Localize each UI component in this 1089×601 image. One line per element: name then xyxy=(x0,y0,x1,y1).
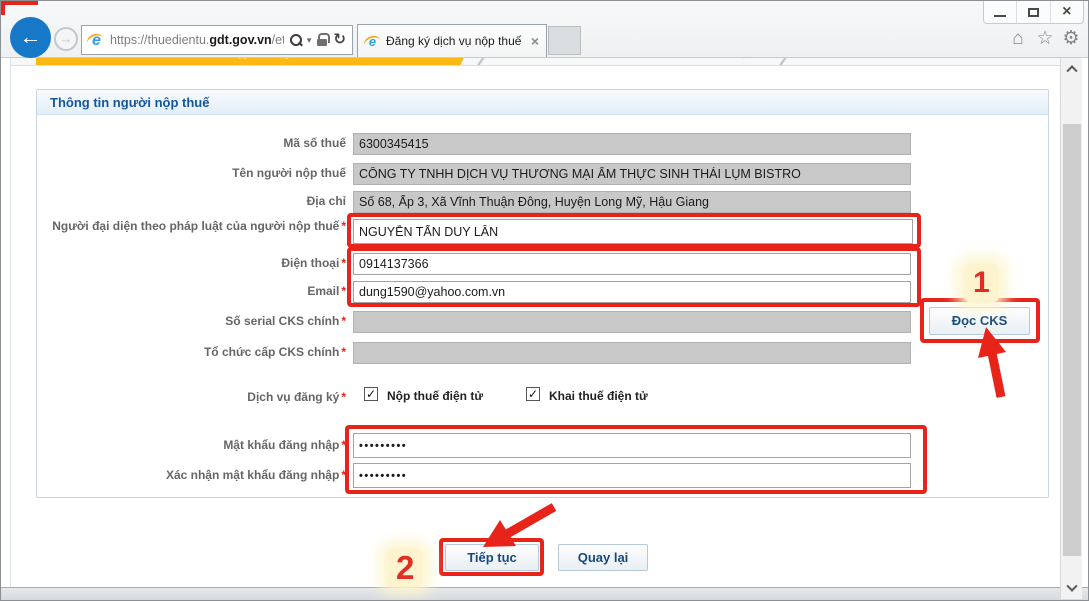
annotation-corner xyxy=(1,1,38,5)
cks-issuer-field xyxy=(353,342,911,364)
home-icon[interactable]: ⌂ xyxy=(1007,28,1029,50)
ie-icon: e xyxy=(88,32,105,49)
favorites-star-icon[interactable]: ☆ xyxy=(1034,28,1056,50)
read-cks-button[interactable]: Đọc CKS xyxy=(929,307,1030,335)
maximize-button[interactable] xyxy=(1016,1,1049,23)
confirm-password-label: Xác nhận mật khẩu đăng nhập* xyxy=(34,468,346,482)
back-button[interactable]: ← xyxy=(10,17,51,58)
address-label: Địa chỉ xyxy=(34,194,346,208)
maximize-icon xyxy=(1028,8,1039,17)
new-tab-stub[interactable] xyxy=(548,26,581,55)
annotation-number-1: 1 xyxy=(964,264,999,302)
continue-button[interactable]: Tiếp tục xyxy=(445,544,539,571)
chevron-down-icon[interactable]: ▾ xyxy=(307,35,312,46)
address-bar[interactable]: e https://thuedientu.gdt.gov.vn/et ▾ ↻ xyxy=(81,25,353,55)
taxpayer-name-field xyxy=(353,163,911,185)
password-label: Mật khẩu đăng nhập* xyxy=(34,438,346,452)
lock-icon xyxy=(316,33,328,47)
wizard-step-bar: Nhập thông tin Xác thực Kết thúc xyxy=(11,58,1060,66)
refresh-icon[interactable]: ↻ xyxy=(333,33,346,47)
check-icon: ✓ xyxy=(366,387,376,401)
wizard-step-2-label: Xác thực xyxy=(704,58,755,59)
minimize-icon xyxy=(994,15,1006,17)
scrollbar-thumb[interactable] xyxy=(1063,124,1081,556)
checkbox-khai-thue-label: Khai thuế điện tử xyxy=(549,389,648,403)
forward-icon: → xyxy=(60,31,73,46)
scroll-up-button[interactable] xyxy=(1061,58,1083,78)
chevron-up-icon xyxy=(1066,65,1077,76)
annotation-number-2: 2 xyxy=(387,549,423,587)
tab-close-icon[interactable]: × xyxy=(531,35,539,47)
confirm-password-field[interactable] xyxy=(353,463,911,488)
address-field xyxy=(353,191,911,213)
minimize-button[interactable] xyxy=(984,1,1016,23)
tab-favicon-icon: e xyxy=(365,34,380,49)
legal-representative-field[interactable] xyxy=(353,219,913,244)
phone-label: Điện thoại* xyxy=(34,256,346,270)
step-divider xyxy=(476,58,485,66)
settings-gear-icon[interactable]: ⚙ xyxy=(1060,28,1082,50)
cks-serial-label: Số serial CKS chính* xyxy=(34,314,346,328)
wizard-step-1-label: Nhập thông tin xyxy=(219,58,311,59)
chevron-down-icon xyxy=(1066,581,1077,592)
close-button[interactable]: × xyxy=(1050,1,1083,23)
url-text: https://thuedientu.gdt.gov.vn/et xyxy=(110,33,284,47)
close-icon: × xyxy=(1062,5,1071,19)
legal-representative-label: Người đại diện theo pháp luật của người … xyxy=(34,219,346,233)
forward-button[interactable]: → xyxy=(54,27,78,51)
tax-code-field xyxy=(353,133,911,155)
password-field[interactable] xyxy=(353,433,911,458)
vertical-scrollbar[interactable] xyxy=(1060,58,1082,599)
cks-issuer-label: Tổ chức cấp CKS chính* xyxy=(34,345,346,359)
browser-window: ← → e https://thuedientu.gdt.gov.vn/et ▾… xyxy=(0,0,1089,601)
window-controls: × xyxy=(983,1,1084,24)
window-edge-line xyxy=(10,58,11,587)
email-label: Email* xyxy=(34,284,346,298)
section-title: Thông tin người nộp thuế xyxy=(37,90,1048,115)
annotation-corner xyxy=(1,1,5,15)
wizard-step-3-label: Kết thúc xyxy=(871,58,919,59)
search-icon[interactable] xyxy=(289,34,302,47)
tab-title: Đăng ký dịch vụ nộp thuế đ... xyxy=(386,34,525,48)
check-icon: ✓ xyxy=(528,387,538,401)
tax-code-label: Mã số thuế xyxy=(34,136,346,150)
cks-serial-field xyxy=(353,311,911,333)
wizard-step-1-active: Nhập thông tin xyxy=(36,58,474,66)
checkbox-khai-thue[interactable]: ✓ xyxy=(526,387,540,401)
browser-chrome: ← → e https://thuedientu.gdt.gov.vn/et ▾… xyxy=(1,1,1089,58)
checkbox-nop-thue-label: Nộp thuế điện tử xyxy=(387,389,483,403)
taxpayer-name-label: Tên người nộp thuế xyxy=(34,166,346,180)
scroll-down-button[interactable] xyxy=(1061,579,1083,599)
window-bottom-frame xyxy=(1,587,1089,601)
checkbox-nop-thue[interactable]: ✓ xyxy=(364,387,378,401)
browser-tab[interactable]: e Đăng ký dịch vụ nộp thuế đ... × xyxy=(357,24,547,57)
phone-field[interactable] xyxy=(353,253,911,275)
email-field[interactable] xyxy=(353,281,911,303)
back-icon: ← xyxy=(20,24,42,49)
wizard-step-3: Kết thúc xyxy=(801,58,971,66)
services-label: Dịch vụ đăng ký* xyxy=(34,390,346,404)
back-form-button[interactable]: Quay lại xyxy=(558,544,648,571)
